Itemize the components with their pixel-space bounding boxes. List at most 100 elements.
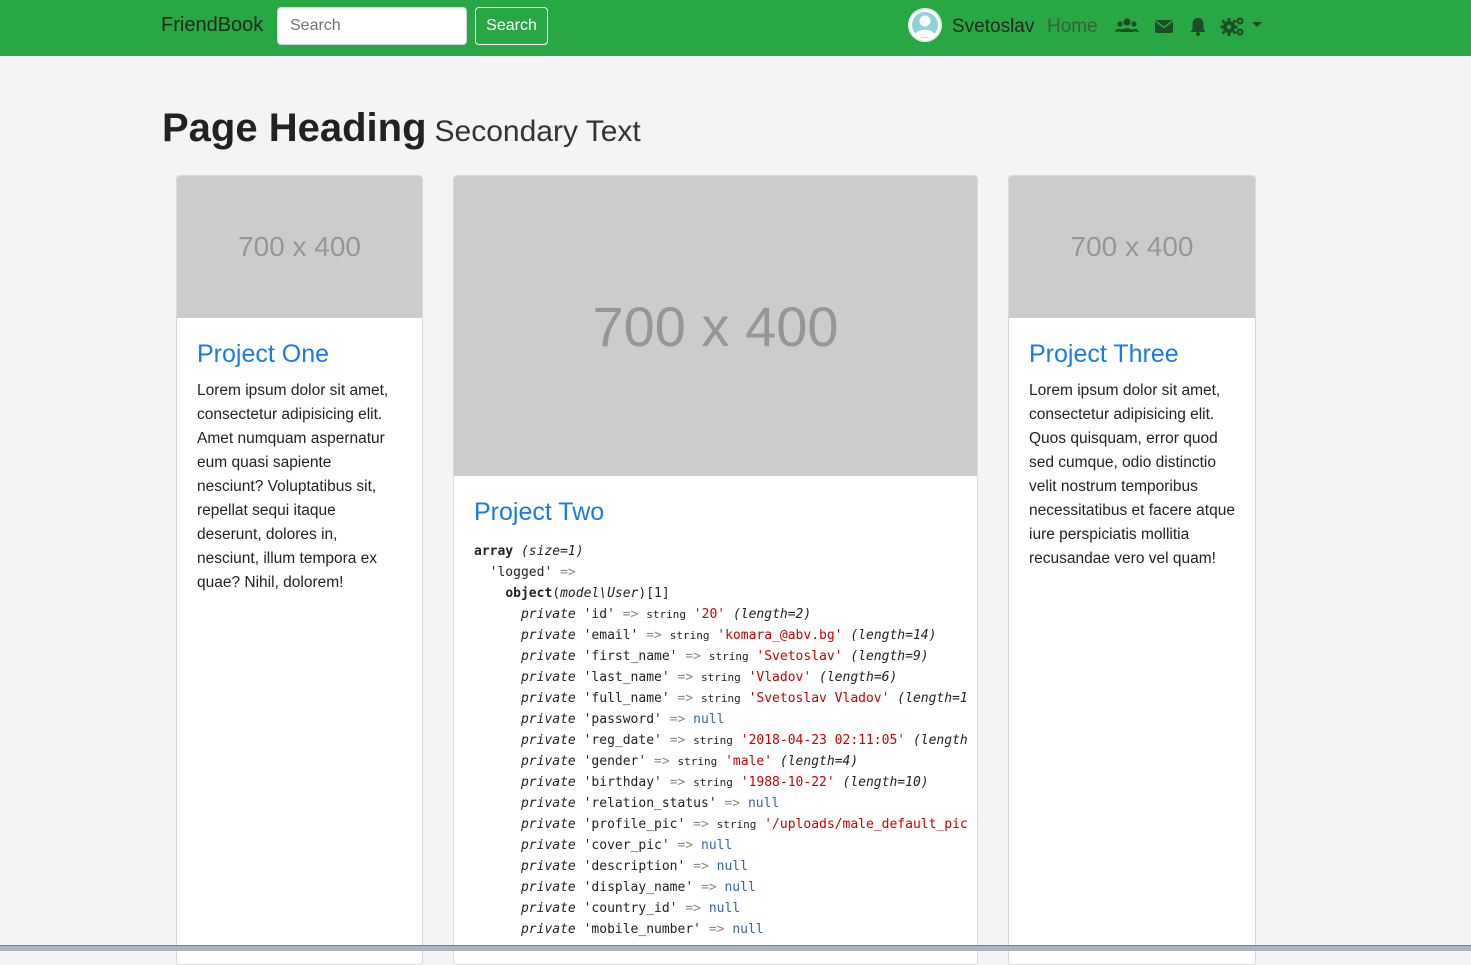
dump-visibility: private bbox=[520, 649, 576, 664]
card-text: Lorem ipsum dolor sit amet, consectetur … bbox=[1029, 382, 1235, 567]
dump-visibility: private bbox=[520, 859, 576, 874]
dump-arrow: => bbox=[646, 628, 662, 643]
dump-visibility: private bbox=[520, 628, 576, 643]
dump-null: null bbox=[724, 880, 756, 895]
dump-arrow: => bbox=[654, 754, 670, 769]
dump-length: (length=6) bbox=[819, 670, 898, 685]
project-card-one: 700 x 400 Project One Lorem ipsum dolor … bbox=[176, 175, 423, 965]
dump-value: 'Vladov' bbox=[748, 670, 812, 685]
image-size-label: 700 x 400 bbox=[592, 294, 839, 358]
dump-line: private 'id' => string '20' (length=2) bbox=[520, 607, 812, 622]
card-image-placeholder[interactable]: 700 x 400 bbox=[177, 176, 422, 318]
dump-visibility: private bbox=[520, 712, 576, 727]
dump-line: private 'profile_pic' => string '/upload… bbox=[520, 817, 968, 832]
taskbar bbox=[0, 945, 1471, 951]
dump-type: object bbox=[505, 586, 553, 601]
dump-length: (length=10) bbox=[842, 775, 929, 790]
dump-arrow: => bbox=[724, 796, 741, 811]
dump-value: '1988-10-22' bbox=[740, 775, 835, 790]
var-dump-output: array (size=1) 'logged' => object(model\… bbox=[474, 541, 968, 940]
dump-visibility: private bbox=[520, 775, 576, 790]
dump-arrow: => bbox=[685, 649, 701, 664]
card-title-link[interactable]: Project Three bbox=[1029, 340, 1235, 369]
dump-visibility: private bbox=[520, 796, 576, 811]
dump-arrow: => bbox=[669, 712, 686, 727]
dump-value: 'Svetoslav' bbox=[756, 649, 843, 664]
dump-value: 'komara_@abv.bg' bbox=[717, 628, 843, 643]
dump-type: string bbox=[669, 629, 710, 642]
avatar-icon[interactable] bbox=[908, 8, 942, 42]
dump-line: private 'gender' => string 'male' (lengt… bbox=[520, 754, 859, 769]
cogs-icon[interactable] bbox=[1220, 16, 1246, 38]
navbar: FriendBook Search Svetoslav Home bbox=[0, 0, 1471, 56]
dump-line: private 'email' => string 'komara_@abv.b… bbox=[520, 628, 937, 643]
dump-arrow: => bbox=[701, 880, 717, 895]
brand-link[interactable]: FriendBook bbox=[161, 14, 263, 37]
dump-line: private 'birthday' => string '1988-10-22… bbox=[520, 775, 929, 790]
dump-line: private 'mobile_number' => null bbox=[520, 922, 764, 937]
dump-length: (length=9) bbox=[850, 649, 929, 664]
dump-visibility: private bbox=[520, 754, 576, 769]
search-button[interactable]: Search bbox=[475, 7, 548, 45]
page-subtitle: Secondary Text bbox=[434, 115, 641, 148]
page-heading: Page Heading Secondary Text bbox=[162, 106, 641, 151]
dump-line: private 'first_name' => string 'Svetosla… bbox=[520, 649, 929, 664]
home-link[interactable]: Home bbox=[1047, 16, 1098, 38]
card-body: Project Two array (size=1) 'logged' => o… bbox=[454, 476, 977, 940]
dump-type: string bbox=[677, 755, 718, 768]
dump-arrow: => bbox=[677, 838, 694, 853]
dump-length: (length=1 bbox=[897, 691, 968, 706]
search-input[interactable] bbox=[277, 7, 467, 45]
dump-visibility: private bbox=[520, 607, 576, 622]
dump-line: private 'password' => null bbox=[520, 712, 725, 727]
dump-value: 'male' bbox=[725, 754, 773, 769]
dump-null: null bbox=[747, 796, 780, 811]
dump-line: private 'last_name' => string 'Vladov' (… bbox=[520, 670, 898, 685]
dump-value: 'Svetoslav Vladov' bbox=[748, 691, 890, 706]
card-image-placeholder[interactable]: 700 x 400 bbox=[1009, 176, 1255, 318]
dump-arrow: => bbox=[693, 817, 709, 832]
dump-arrow: => bbox=[669, 775, 686, 790]
dump-type: string bbox=[701, 692, 741, 705]
dump-line: object(model\User)[1] bbox=[505, 586, 670, 601]
card-text: Lorem ipsum dolor sit amet, consectetur … bbox=[197, 382, 389, 591]
username-link[interactable]: Svetoslav bbox=[952, 16, 1034, 38]
dump-arrow: => bbox=[693, 859, 709, 874]
dump-visibility: private bbox=[520, 838, 576, 853]
dump-line: 'logged' => bbox=[474, 565, 576, 580]
dump-line: private 'full_name' => string 'Svetoslav… bbox=[520, 691, 968, 706]
envelope-icon[interactable] bbox=[1153, 16, 1177, 38]
card-image-placeholder[interactable]: 700 x 400 bbox=[454, 176, 977, 476]
dump-class: model\User bbox=[560, 586, 639, 601]
dump-null: null bbox=[732, 922, 764, 937]
dump-visibility: private bbox=[520, 733, 576, 748]
dump-null: null bbox=[708, 901, 741, 916]
card-title-link[interactable]: Project One bbox=[197, 340, 402, 369]
dump-type: string bbox=[693, 776, 733, 789]
dump-line: private 'display_name' => null bbox=[520, 880, 756, 895]
card-body: Project One Lorem ipsum dolor sit amet, … bbox=[177, 318, 422, 595]
dump-line: private 'reg_date' => string '2018-04-23… bbox=[520, 733, 968, 748]
caret-down-icon[interactable] bbox=[1250, 20, 1264, 42]
dump-visibility: private bbox=[520, 670, 576, 685]
dump-value: '2018-04-23 02:11:05' bbox=[740, 733, 906, 748]
image-size-label: 700 x 400 bbox=[238, 231, 361, 262]
dump-length: (length bbox=[912, 733, 968, 748]
dump-arrow: => bbox=[677, 691, 694, 706]
dump-type: string bbox=[646, 608, 686, 621]
dump-type: string bbox=[701, 671, 741, 684]
card-title-link[interactable]: Project Two bbox=[474, 498, 957, 527]
dump-null: null bbox=[716, 859, 748, 874]
dump-arrow: => bbox=[622, 607, 639, 622]
dump-visibility: private bbox=[520, 691, 576, 706]
users-icon[interactable] bbox=[1114, 16, 1139, 38]
dump-value: '/uploads/male_default_pic bbox=[764, 817, 968, 832]
dump-value: '20' bbox=[693, 607, 726, 622]
image-size-label: 700 x 400 bbox=[1070, 231, 1194, 262]
project-card-three: 700 x 400 Project Three Lorem ipsum dolo… bbox=[1008, 175, 1256, 965]
project-card-two: 700 x 400 Project Two array (size=1) 'lo… bbox=[453, 175, 978, 965]
dump-null: null bbox=[693, 712, 725, 727]
dump-type: array bbox=[474, 544, 514, 559]
dump-type: string bbox=[693, 734, 733, 747]
bell-icon[interactable] bbox=[1187, 16, 1211, 38]
